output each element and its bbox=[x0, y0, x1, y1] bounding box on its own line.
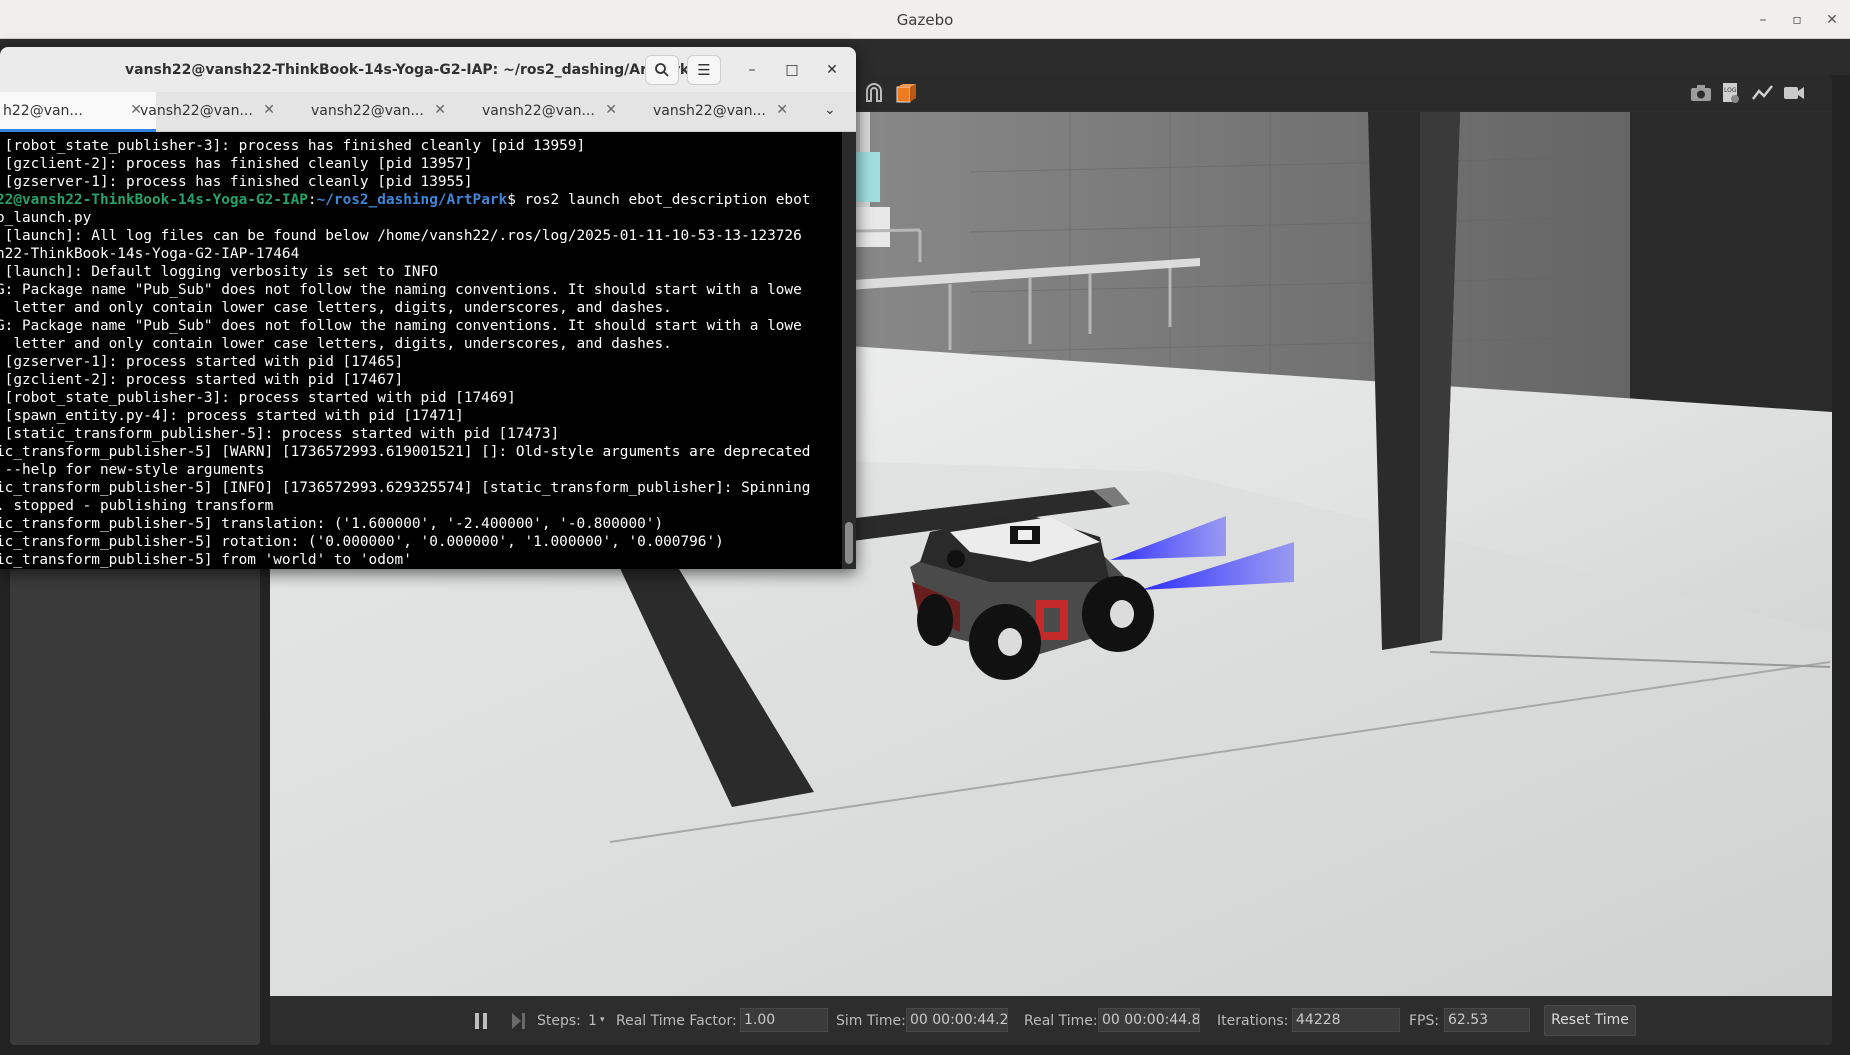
terminal-line: [robot_state_publisher-3]: process has f… bbox=[0, 138, 586, 154]
plot-icon[interactable] bbox=[1751, 81, 1775, 105]
terminal-tab[interactable]: vansh22@van... ✕ bbox=[289, 92, 460, 132]
real-time-field: 00 00:00:44.847 bbox=[1098, 1008, 1200, 1032]
prompt-command: $ ros2 launch ebot_description ebot bbox=[507, 192, 811, 208]
rtf-field: 1.00 bbox=[740, 1008, 828, 1032]
terminal-header: vansh22@vansh22-ThinkBook-14s-Yoga-G2-IA… bbox=[0, 47, 856, 92]
rtf-label: Real Time Factor: bbox=[616, 1013, 737, 1029]
terminal-line: [gzclient-2]: process has finished clean… bbox=[0, 156, 473, 172]
reset-time-button[interactable]: Reset Time bbox=[1544, 1005, 1636, 1036]
camera-icon[interactable] bbox=[1689, 81, 1713, 105]
terminal-scrollbar[interactable] bbox=[842, 132, 856, 569]
terminal-line: ic_transform_publisher-5] translation: (… bbox=[0, 516, 664, 532]
tab-label: vansh22@van... bbox=[653, 103, 766, 119]
chevron-down-icon[interactable]: ▾ bbox=[600, 1015, 605, 1025]
iterations-field: 44228 bbox=[1292, 1008, 1400, 1032]
terminal-tab[interactable]: vansh22@van... ✕ bbox=[460, 92, 631, 132]
terminal-line: [static_transform_publisher-5]: process … bbox=[0, 426, 560, 442]
terminal-tab[interactable]: vansh22@van... ✕ bbox=[118, 92, 289, 132]
terminal-line: [launch]: Default logging verbosity is s… bbox=[0, 264, 438, 280]
tab-label: vansh22@van... bbox=[140, 103, 253, 119]
simulation-status-bar: Steps: 1 ▾ Real Time Factor: 1.00 Sim Ti… bbox=[270, 997, 1832, 1045]
prompt-user: 22@vansh22-ThinkBook-14s-Yoga-G2-IAP bbox=[0, 192, 308, 208]
terminal-line: ic_transform_publisher-5] rotation: ('0.… bbox=[0, 534, 724, 550]
terminal-line: . stopped - publishing transform bbox=[0, 498, 274, 514]
sim-time-label: Sim Time: bbox=[836, 1013, 906, 1029]
fps-label: FPS: bbox=[1409, 1013, 1440, 1029]
terminal-line: letter and only contain lower case lette… bbox=[0, 336, 672, 352]
minimize-icon[interactable]: – bbox=[741, 59, 763, 81]
gazebo-titlebar: Gazebo – ▫ ✕ bbox=[0, 0, 1850, 39]
iterations-label: Iterations: bbox=[1217, 1013, 1289, 1029]
terminal-line: letter and only contain lower case lette… bbox=[0, 300, 672, 316]
terminal-line: ic_transform_publisher-5] [INFO] [173657… bbox=[0, 480, 811, 496]
fps-field: 62.53 bbox=[1444, 1008, 1530, 1032]
terminal-line: [gzserver-1]: process started with pid [… bbox=[0, 354, 404, 370]
maximize-icon[interactable]: ▫ bbox=[1787, 10, 1807, 30]
close-icon[interactable]: ✕ bbox=[776, 102, 788, 118]
terminal-output[interactable]: [robot_state_publisher-3]: process has f… bbox=[0, 132, 842, 569]
terminal-line: --help for new-style arguments bbox=[0, 462, 265, 478]
svg-text:LOG: LOG bbox=[1724, 87, 1737, 94]
terminal-line: [launch]: All log files can be found bel… bbox=[0, 228, 802, 244]
terminal-line: [robot_state_publisher-3]: process start… bbox=[0, 390, 516, 406]
scrollbar-thumb[interactable] bbox=[845, 522, 853, 564]
search-icon[interactable] bbox=[645, 55, 679, 85]
terminal-line: ic_transform_publisher-5] [WARN] [173657… bbox=[0, 444, 811, 460]
close-icon[interactable]: ✕ bbox=[263, 102, 275, 118]
terminal-line: [gzclient-2]: process started with pid [… bbox=[0, 372, 404, 388]
terminal-line: [spawn_entity.py-4]: process started wit… bbox=[0, 408, 464, 424]
sim-time-field: 00 00:00:44.228 bbox=[906, 1008, 1008, 1032]
terminal-line: G: Package name "Pub_Sub" does not follo… bbox=[0, 282, 802, 298]
terminal-line: G: Package name "Pub_Sub" does not follo… bbox=[0, 318, 802, 334]
steps-label: Steps: bbox=[537, 1013, 581, 1029]
terminal-prompt-line: 22@vansh22-ThinkBook-14s-Yoga-G2-IAP:~/r… bbox=[0, 191, 842, 209]
maximize-icon[interactable]: □ bbox=[781, 59, 803, 81]
box-color-icon[interactable] bbox=[895, 81, 919, 105]
real-time-label: Real Time: bbox=[1024, 1013, 1098, 1029]
video-icon[interactable] bbox=[1782, 81, 1806, 105]
terminal-tab[interactable]: vansh22@van... ✕ bbox=[631, 92, 802, 132]
close-icon[interactable]: ✕ bbox=[434, 102, 446, 118]
close-icon[interactable]: ✕ bbox=[605, 102, 617, 118]
hamburger-menu-icon[interactable]: ☰ bbox=[687, 55, 721, 85]
gazebo-window-title: Gazebo bbox=[896, 11, 954, 29]
step-icon[interactable] bbox=[509, 1010, 529, 1032]
terminal-window[interactable]: vansh22@vansh22-ThinkBook-14s-Yoga-G2-IA… bbox=[0, 47, 856, 569]
tab-label: h22@van... bbox=[3, 103, 83, 119]
minimize-icon[interactable]: – bbox=[1753, 10, 1773, 30]
log-icon[interactable]: LOG bbox=[1719, 81, 1743, 105]
magnet-icon[interactable] bbox=[862, 81, 886, 105]
terminal-tab-bar: h22@van... ✕ vansh22@van... ✕ vansh22@va… bbox=[0, 92, 856, 132]
tab-label: vansh22@van... bbox=[311, 103, 424, 119]
tab-label: vansh22@van... bbox=[482, 103, 595, 119]
terminal-line: h22-ThinkBook-14s-Yoga-G2-IAP-17464 bbox=[0, 246, 300, 262]
steps-value[interactable]: 1 bbox=[588, 1013, 597, 1029]
close-icon[interactable]: ✕ bbox=[821, 59, 843, 81]
terminal-line: ic_transform_publisher-5] from 'world' t… bbox=[0, 552, 412, 568]
terminal-line: [gzserver-1]: process has finished clean… bbox=[0, 174, 473, 190]
terminal-title: vansh22@vansh22-ThinkBook-14s-Yoga-G2-IA… bbox=[125, 62, 690, 78]
prompt-path: ~/ros2_dashing/ArtPark bbox=[316, 192, 508, 208]
close-icon[interactable]: ✕ bbox=[1822, 10, 1842, 30]
chevron-down-icon[interactable]: ⌄ bbox=[824, 102, 836, 118]
pause-icon[interactable] bbox=[472, 1010, 492, 1032]
terminal-line: o_launch.py bbox=[0, 210, 92, 226]
